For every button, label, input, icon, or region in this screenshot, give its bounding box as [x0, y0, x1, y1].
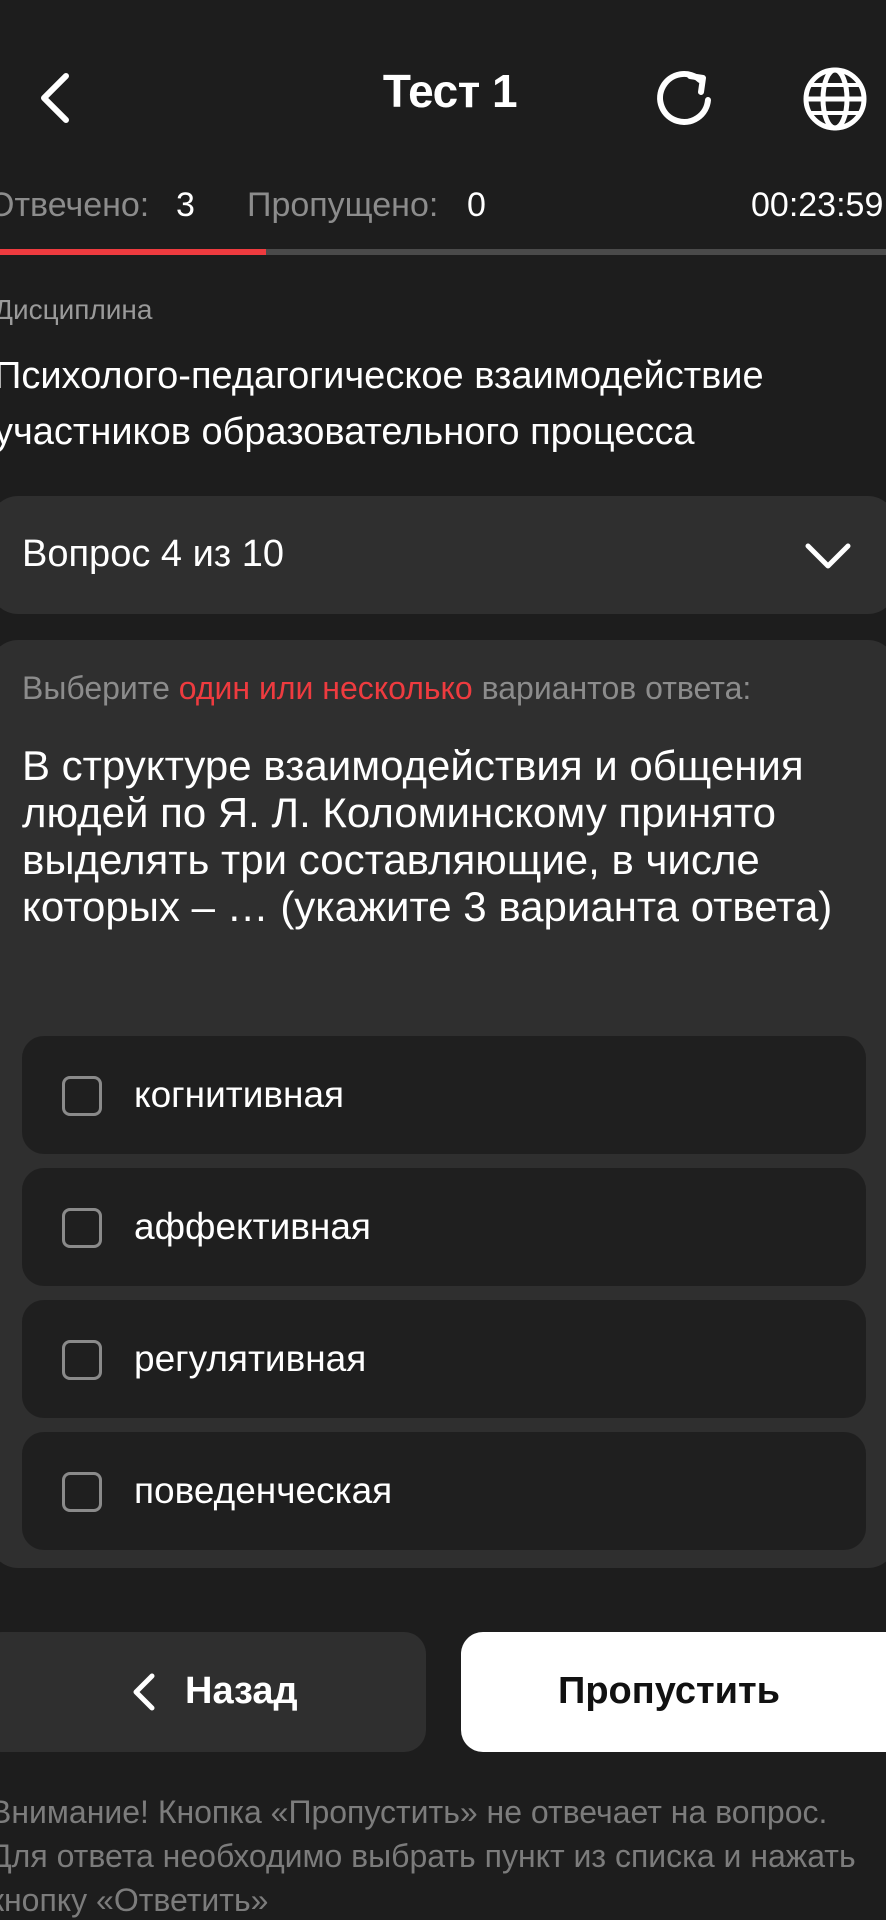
- question-selector[interactable]: Вопрос 4 из 10: [0, 496, 886, 614]
- skip-notice: Внимание! Кнопка «Пропустить» не отвечае…: [0, 1794, 856, 1918]
- instruction-suffix: вариантов ответа:: [472, 670, 752, 706]
- discipline-name: Психолого-педагогическое взаимодействие …: [0, 355, 764, 453]
- answer-option[interactable]: регулятивная: [22, 1300, 866, 1418]
- checkbox[interactable]: [62, 1076, 102, 1116]
- page-title: Тест 1: [382, 65, 518, 117]
- option-label: когнитивная: [134, 1074, 345, 1115]
- answered-count: 3: [176, 186, 195, 224]
- timer: 00:23:59: [751, 186, 884, 224]
- back-button-label: Назад: [185, 1670, 298, 1712]
- skipped-count: 0: [467, 186, 486, 224]
- refresh-icon[interactable]: [650, 62, 722, 134]
- skip-button-label: Пропустить: [558, 1670, 780, 1712]
- option-label: поведенческая: [134, 1470, 393, 1511]
- answer-option[interactable]: когнитивная: [22, 1036, 866, 1154]
- question-selector-label: Вопрос 4 из 10: [22, 533, 285, 575]
- skipped-label: Пропущено:: [247, 186, 439, 224]
- checkbox[interactable]: [62, 1340, 102, 1380]
- progress-fill: [0, 249, 266, 255]
- instruction-accent: один или несколько: [178, 670, 473, 706]
- instruction-prefix: Выберите: [22, 670, 179, 706]
- header: Тест 1: [0, 0, 886, 190]
- status-row: Отвечено: 3 Пропущено: 0 00:23:59: [0, 186, 886, 236]
- option-label: регулятивная: [134, 1338, 367, 1379]
- discipline-label: Дисциплина: [0, 294, 153, 325]
- chevron-left-icon: [133, 1673, 155, 1711]
- checkbox[interactable]: [62, 1208, 102, 1248]
- answer-option[interactable]: аффективная: [22, 1168, 866, 1286]
- option-label: аффективная: [134, 1206, 371, 1247]
- globe-icon[interactable]: [798, 62, 872, 136]
- question-text: В структуре взаимодействия и общения люд…: [22, 742, 833, 930]
- answer-option[interactable]: поведенческая: [22, 1432, 866, 1550]
- progress-bar: [0, 249, 886, 255]
- chevron-down-icon: [805, 543, 851, 569]
- skip-button[interactable]: Пропустить: [461, 1632, 886, 1752]
- answer-instruction: Выберите один или несколько вариантов от…: [22, 670, 751, 707]
- test-screen: Тест 1 Отвечено: 3 Пропущено: 0 00:23:59…: [0, 0, 886, 1920]
- back-button[interactable]: Назад: [0, 1632, 426, 1752]
- answered-label: Отвечено:: [0, 186, 150, 224]
- question-card: Выберите один или несколько вариантов от…: [0, 640, 886, 1568]
- checkbox[interactable]: [62, 1472, 102, 1512]
